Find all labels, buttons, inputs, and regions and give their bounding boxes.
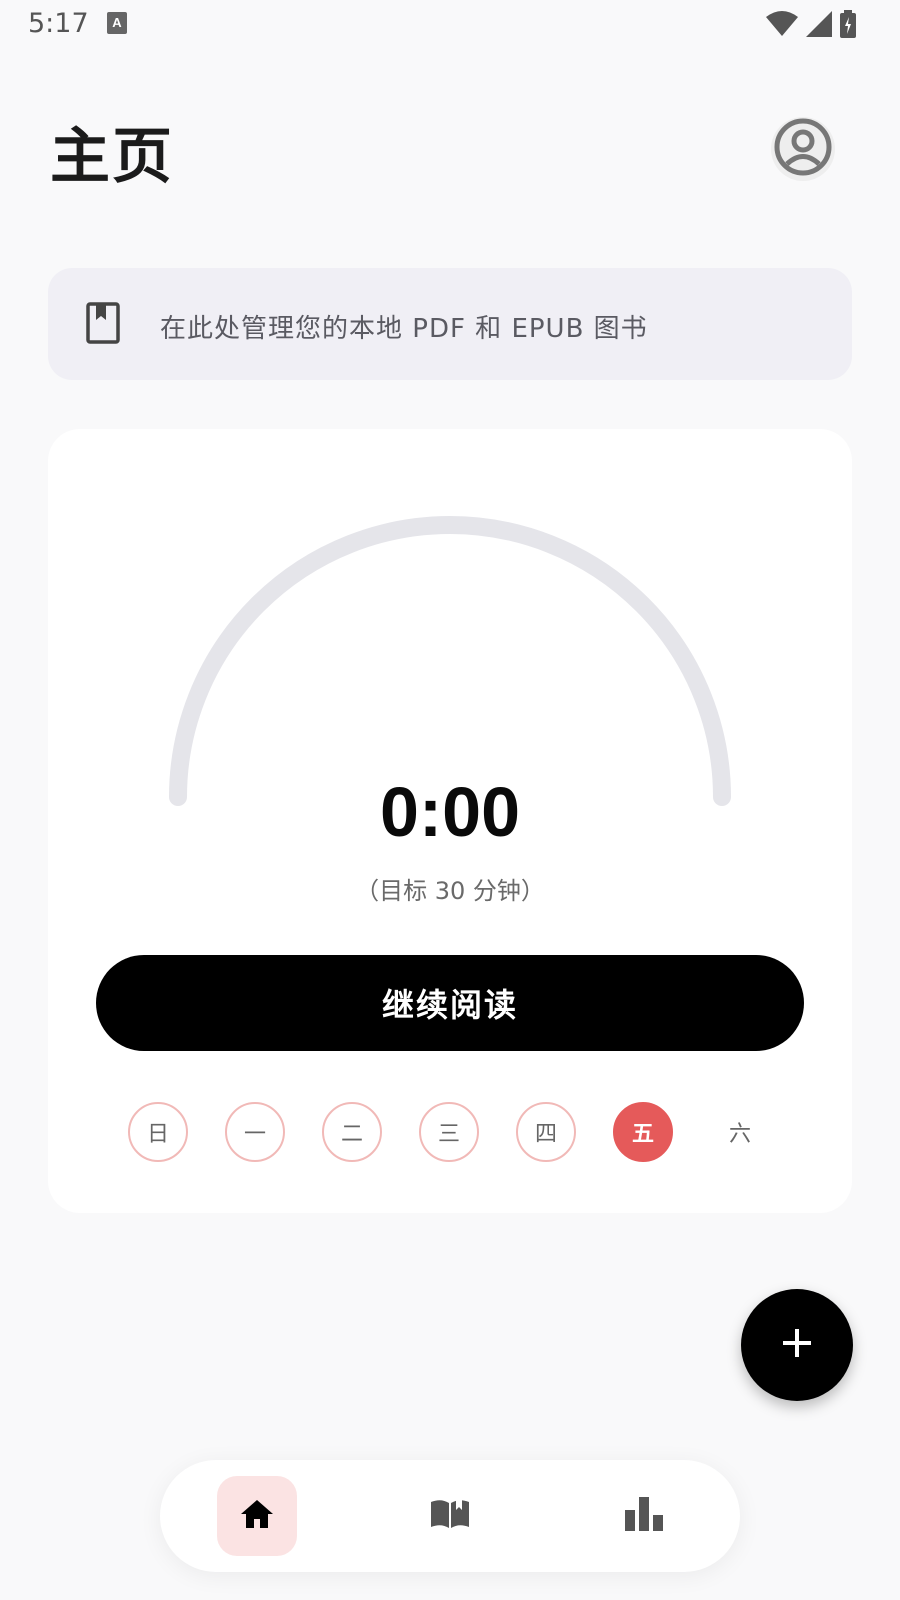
bottom-navigation — [160, 1460, 740, 1572]
nav-statistics[interactable] — [604, 1476, 684, 1556]
wifi-icon — [766, 11, 798, 41]
status-time: 5:17 — [28, 8, 89, 39]
open-book-icon — [429, 1496, 471, 1536]
reading-goal: （目标 30 分钟） — [355, 877, 545, 905]
day-fri-today[interactable]: 五 — [613, 1102, 673, 1162]
day-mon[interactable]: 一 — [225, 1102, 285, 1162]
profile-button[interactable] — [771, 117, 835, 181]
reading-timer: 0:00 — [379, 773, 521, 851]
reading-progress-card: 0:00 （目标 30 分钟） 继续阅读 日 一 二 三 四 五 六 — [48, 429, 852, 1213]
nav-library[interactable] — [410, 1476, 490, 1556]
gauge-track — [169, 516, 731, 806]
continue-reading-button[interactable]: 继续阅读 — [96, 955, 804, 1051]
day-wed[interactable]: 三 — [419, 1102, 479, 1162]
book-bookmark-icon — [86, 302, 120, 348]
home-icon — [240, 1498, 274, 1534]
page-title: 主页 — [50, 122, 174, 192]
account-circle-icon — [773, 117, 833, 181]
day-thu[interactable]: 四 — [516, 1102, 576, 1162]
cell-signal-icon — [806, 11, 832, 41]
add-book-button[interactable] — [741, 1289, 853, 1401]
status-icons — [766, 10, 856, 42]
day-tue[interactable]: 二 — [322, 1102, 382, 1162]
status-bar: 5:17 A — [0, 0, 900, 48]
text-notification-icon: A — [107, 12, 127, 38]
nav-home[interactable] — [217, 1476, 297, 1556]
day-sun[interactable]: 日 — [128, 1102, 188, 1162]
battery-icon — [840, 10, 856, 42]
week-streak: 日 一 二 三 四 五 六 — [128, 1102, 770, 1162]
banner-text: 在此处管理您的本地 PDF 和 EPUB 图书 — [160, 314, 648, 344]
plus-icon — [781, 1327, 813, 1363]
home-screen: 5:17 A 主页 在此处管理您的本地 PDF 和 EPUB 图书 0:00 （… — [0, 0, 900, 1600]
local-books-banner[interactable]: 在此处管理您的本地 PDF 和 EPUB 图书 — [48, 268, 852, 380]
bar-chart-icon — [625, 1497, 663, 1535]
day-sat[interactable]: 六 — [710, 1102, 770, 1162]
svg-text:A: A — [112, 15, 122, 30]
